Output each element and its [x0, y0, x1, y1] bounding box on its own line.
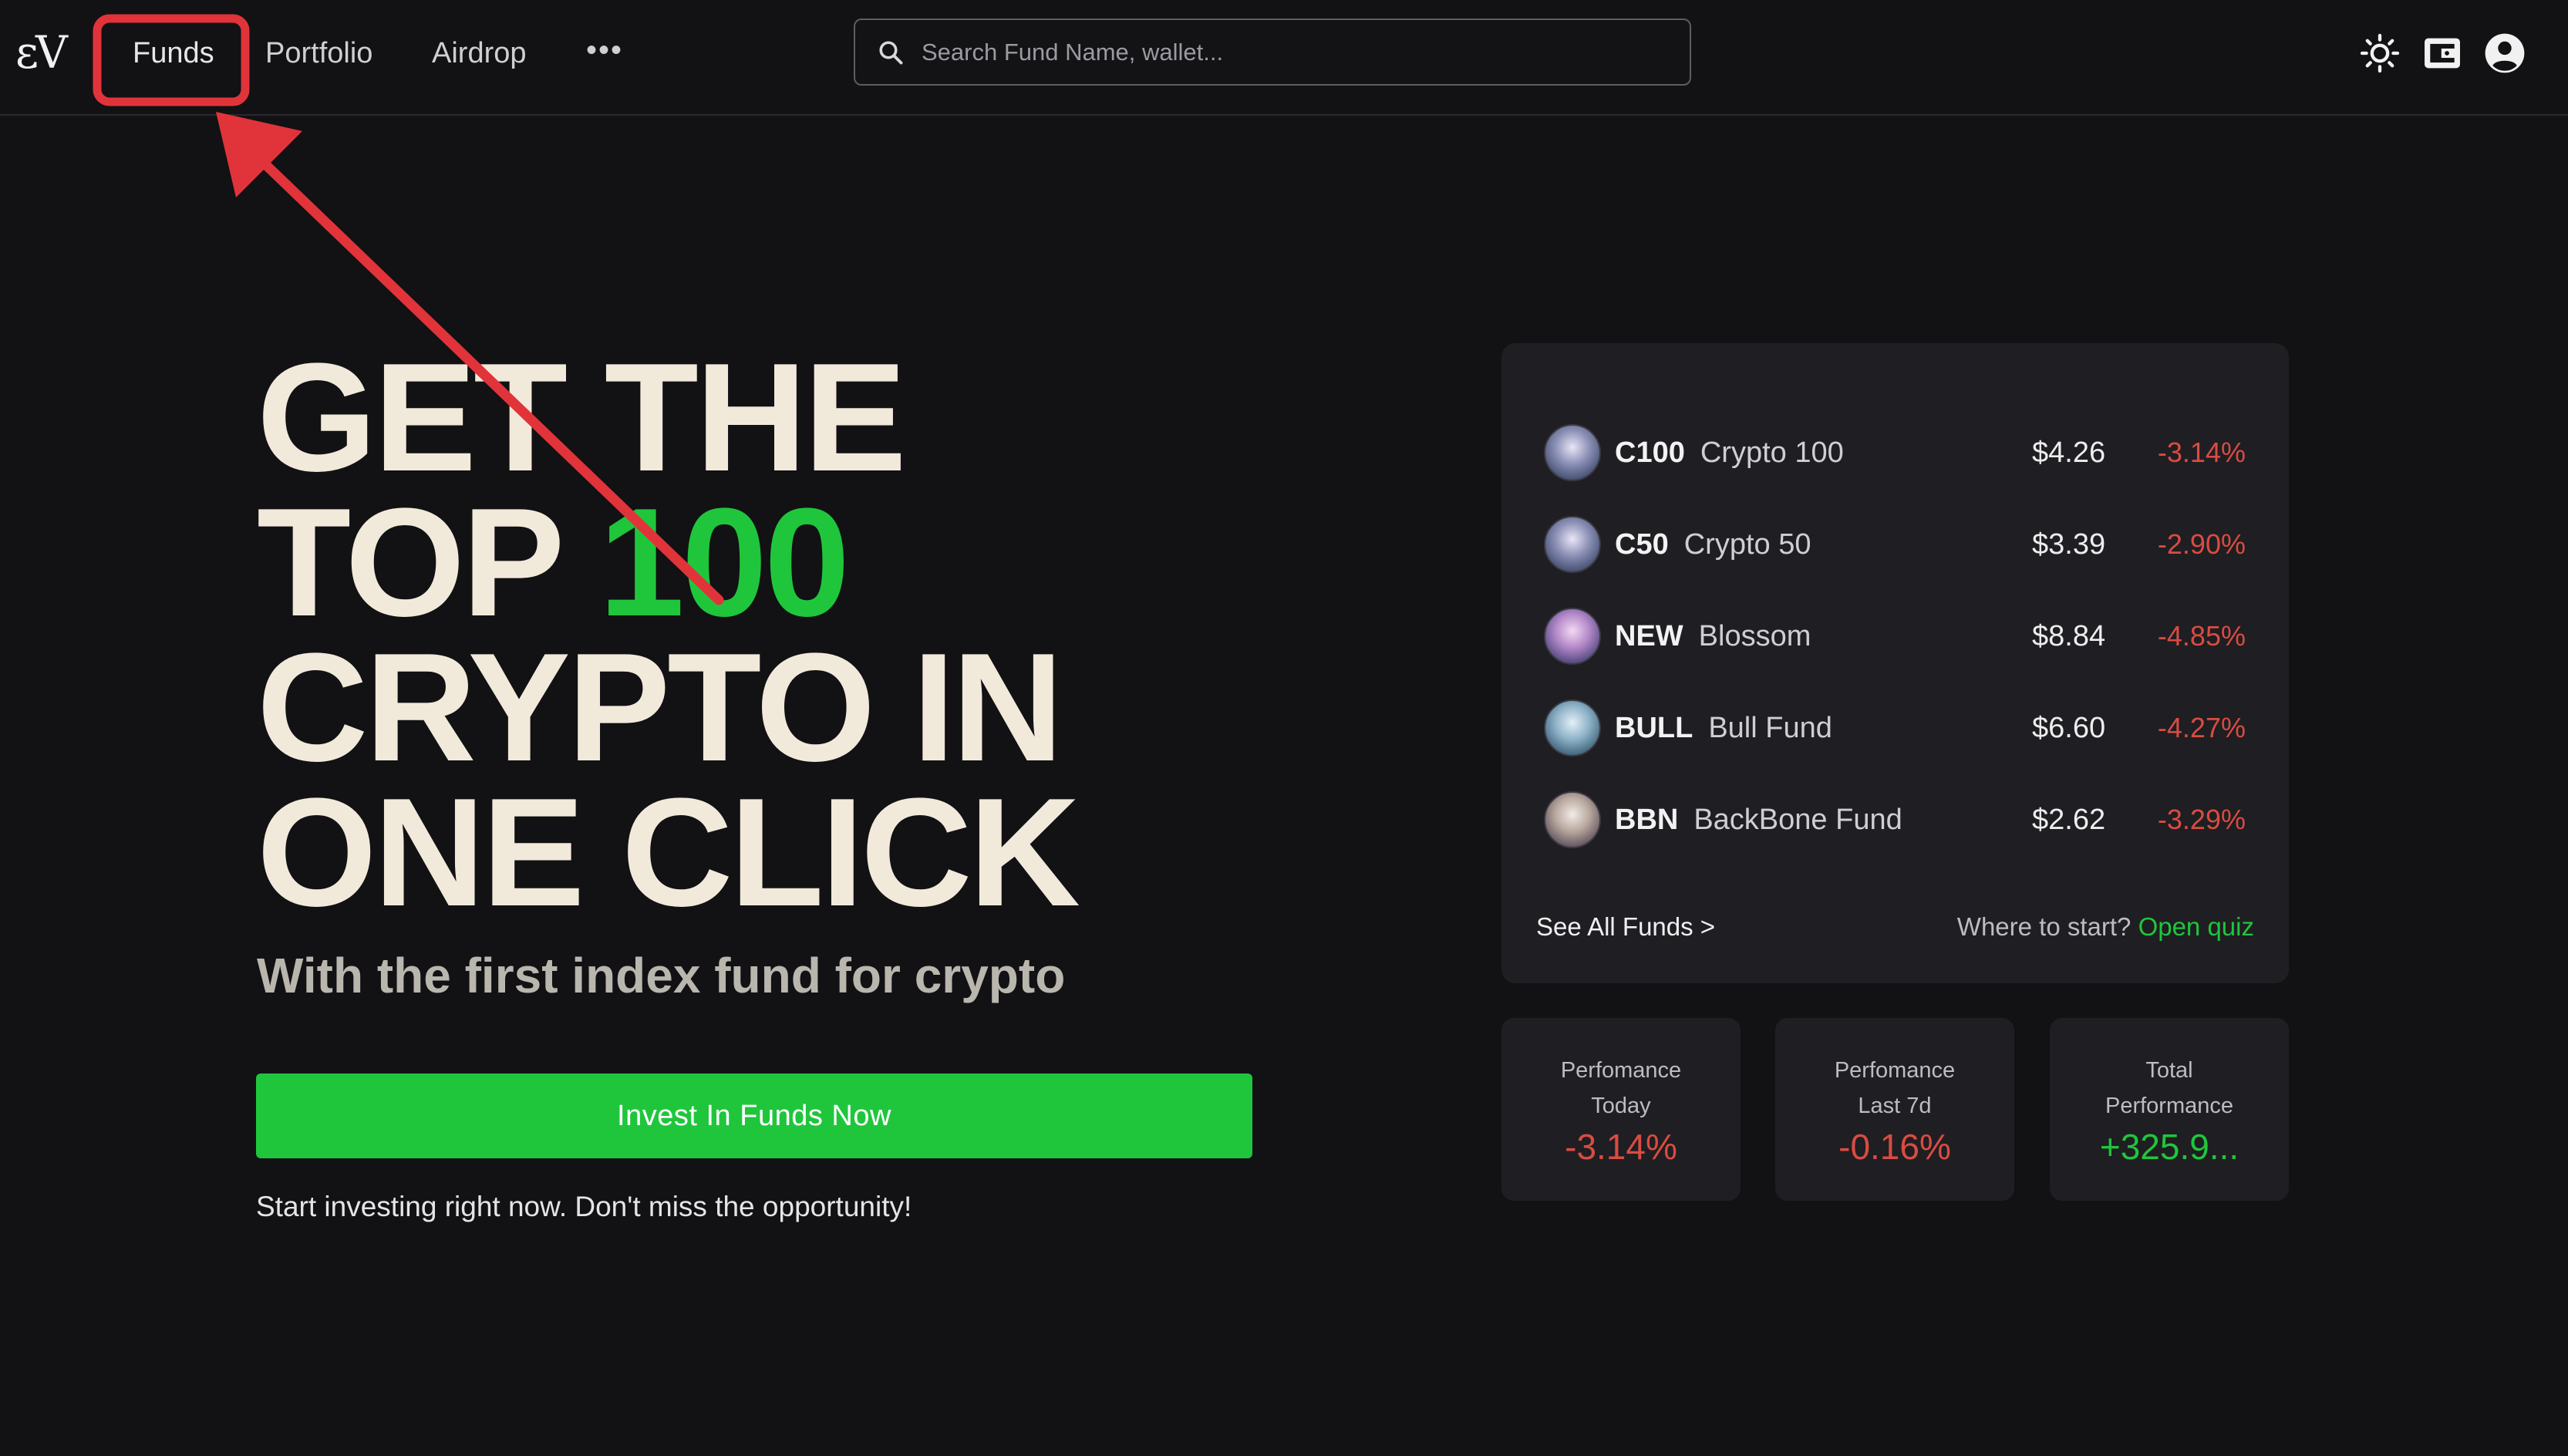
fund-price: $4.26 [2032, 436, 2106, 469]
stat-label-line-2: Today [1591, 1094, 1651, 1118]
search-input[interactable] [920, 37, 1676, 67]
fund-ticker: BBN [1615, 803, 1679, 836]
stat-label: Perfomance Today [1501, 1053, 1741, 1124]
stat-label-line-2: Last 7d [1858, 1094, 1932, 1118]
fund-change: -2.90% [2157, 528, 2246, 560]
fund-avatar [1544, 608, 1601, 665]
stat-label-line-1: Perfomance [1560, 1058, 1682, 1083]
search-bar[interactable] [854, 19, 1691, 86]
fund-name: Blossom [1698, 619, 1811, 652]
stat-card-total-performance: Total Performance +325.9... [2050, 1018, 2289, 1201]
fund-name: Bull Fund [1708, 711, 1832, 744]
invest-in-funds-button[interactable]: Invest In Funds Now [256, 1073, 1252, 1158]
fund-ticker: BULL [1615, 711, 1693, 744]
fund-name: BackBone Fund [1693, 803, 1902, 836]
fund-price: $6.60 [2032, 711, 2106, 744]
fund-avatar [1544, 424, 1601, 481]
fund-row-bbn[interactable]: BBN BackBone Fund $2.62 -3.29% [1544, 789, 2246, 851]
fund-price: $3.39 [2032, 527, 2106, 561]
nav-funds[interactable]: Funds [133, 29, 214, 77]
fund-row-c100[interactable]: C100 Crypto 100 $4.26 -3.14% [1544, 422, 2246, 484]
fund-price: $8.84 [2032, 619, 2106, 652]
fund-name: Crypto 100 [1700, 436, 1844, 469]
hero-title: GET THE TOP 100 CRYPTO IN ONE CLICK [257, 332, 1336, 939]
top-navigation-bar: εV Funds Portfolio Airdrop ••• [0, 0, 2568, 116]
stat-label-line-1: Perfomance [1834, 1058, 1956, 1083]
account-icon[interactable] [2482, 31, 2527, 76]
hero-title-line-4: ONE CLICK [257, 767, 1080, 939]
fund-row-c50[interactable]: C50 Crypto 50 $3.39 -2.90% [1544, 514, 2246, 575]
more-menu-button[interactable]: ••• [586, 26, 623, 74]
fund-name: Crypto 50 [1683, 527, 1811, 561]
wallet-icon[interactable] [2420, 31, 2465, 76]
fund-price: $2.62 [2032, 803, 2106, 836]
fund-avatar [1544, 516, 1601, 573]
sun-icon[interactable] [2357, 31, 2402, 76]
fund-avatar [1544, 791, 1601, 848]
fund-avatar [1544, 699, 1601, 757]
nav-airdrop[interactable]: Airdrop [432, 29, 527, 77]
hero-title-line-1: GET THE [257, 332, 907, 504]
page: εV Funds Portfolio Airdrop ••• Search Fu… [0, 0, 2568, 1456]
nav-portfolio[interactable]: Portfolio [265, 29, 372, 77]
stat-label-line-2: Performance [2105, 1094, 2233, 1118]
hero-subtitle: With the first index fund for crypto [257, 948, 1066, 1003]
stat-value: -0.16% [1838, 1127, 1951, 1167]
see-all-funds-link[interactable]: See All Funds > [1536, 912, 1715, 942]
hero-title-line-2: TOP 100 [257, 486, 1336, 640]
stat-label-line-1: Total [2145, 1058, 2193, 1083]
logo[interactable]: εV [15, 22, 77, 83]
hero-title-line-3: CRYPTO IN [257, 622, 1063, 794]
fund-ticker: C50 [1615, 527, 1669, 561]
hero-note: Start investing right now. Don't miss th… [256, 1191, 912, 1222]
stat-card-performance-7d: Perfomance Last 7d -0.16% [1775, 1018, 2014, 1201]
quiz-prompt: Where to start? Open quiz [1957, 912, 2254, 942]
funds-card: C100 Crypto 100 $4.26 -3.14% C50 Crypto … [1501, 343, 2289, 983]
stat-value: +325.9... [2099, 1127, 2239, 1167]
search-icon [879, 40, 903, 64]
fund-ticker: NEW [1615, 619, 1683, 652]
fund-row-bull[interactable]: BULL Bull Fund $6.60 -4.27% [1544, 697, 2246, 759]
fund-change: -4.85% [2157, 620, 2246, 652]
fund-change: -3.14% [2157, 436, 2246, 468]
fund-change: -4.27% [2157, 712, 2246, 743]
fund-change: -3.29% [2157, 804, 2246, 835]
fund-row-new[interactable]: NEW Blossom $8.84 -4.85% [1544, 605, 2246, 667]
fund-ticker: C100 [1615, 436, 1685, 469]
stat-label: Total Performance [2050, 1053, 2289, 1124]
quiz-prompt-text: Where to start? [1956, 912, 2132, 941]
stat-label: Perfomance Last 7d [1775, 1053, 2014, 1124]
stat-card-performance-today: Perfomance Today -3.14% [1501, 1018, 1741, 1201]
stat-value: -3.14% [1565, 1127, 1677, 1167]
open-quiz-link[interactable]: Open quiz [2138, 912, 2254, 941]
annotation-arrow-head [216, 112, 302, 197]
